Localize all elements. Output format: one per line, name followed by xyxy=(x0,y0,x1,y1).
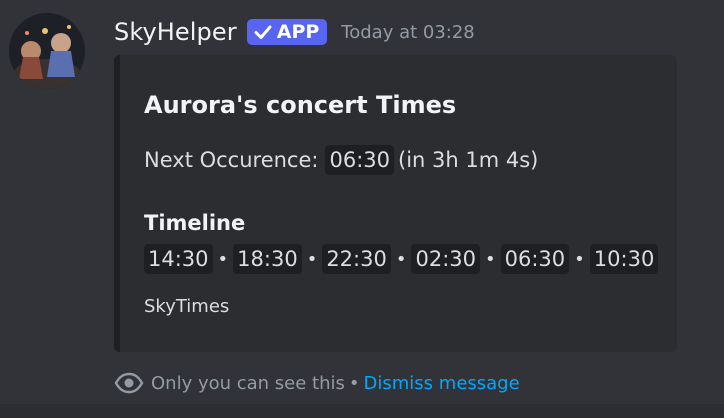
app-badge: APP xyxy=(246,19,328,45)
timeline-separator: • xyxy=(574,248,585,270)
timeline-time[interactable]: 22:30 xyxy=(322,244,391,274)
timeline-time[interactable]: 18:30 xyxy=(233,244,302,274)
embed-card: Aurora's concert Times Next Occurence: 0… xyxy=(114,55,677,352)
checkmark-icon xyxy=(254,25,272,39)
timeline-separator: • xyxy=(395,248,407,270)
timeline-list: 14:30 • 18:30 • 22:30 • 02:30 • 06:30 • … xyxy=(144,242,659,276)
timeline-time[interactable]: 10:30 xyxy=(589,244,659,274)
author-name[interactable]: SkyHelper xyxy=(114,18,237,46)
timeline-separator: • xyxy=(485,248,496,270)
timeline-separator: • xyxy=(306,248,318,270)
avatar-image xyxy=(9,13,85,89)
next-occurrence: Next Occurence: 06:30 (in 3h 1m 4s) xyxy=(144,143,538,177)
timeline-separator: • xyxy=(217,248,229,270)
ephemeral-separator: • xyxy=(348,372,360,394)
ephemeral-text: Only you can see this xyxy=(151,372,345,394)
app-badge-label: APP xyxy=(276,21,320,43)
message-timestamp[interactable]: Today at 03:28 xyxy=(341,22,474,43)
next-occurrence-relative: (in 3h 1m 4s) xyxy=(398,148,539,172)
timeline-time[interactable]: 02:30 xyxy=(411,244,480,274)
timeline-time[interactable]: 14:30 xyxy=(144,244,213,274)
ephemeral-notice: Only you can see this • Dismiss message xyxy=(114,370,520,396)
timeline-heading: Timeline xyxy=(144,211,246,235)
message-header: SkyHelper APP Today at 03:28 xyxy=(114,14,475,50)
embed-title: Aurora's concert Times xyxy=(144,91,457,119)
embed-footer: SkyTimes xyxy=(144,296,230,317)
next-occurrence-time[interactable]: 06:30 xyxy=(325,145,395,175)
next-occurrence-label: Next Occurence: xyxy=(144,148,319,172)
eye-icon xyxy=(114,372,144,394)
timeline-time[interactable]: 06:30 xyxy=(500,244,570,274)
embed-accent-bar xyxy=(114,55,120,352)
dismiss-message-link[interactable]: Dismiss message xyxy=(364,373,520,394)
bottom-divider xyxy=(0,404,724,418)
avatar[interactable] xyxy=(9,13,85,89)
